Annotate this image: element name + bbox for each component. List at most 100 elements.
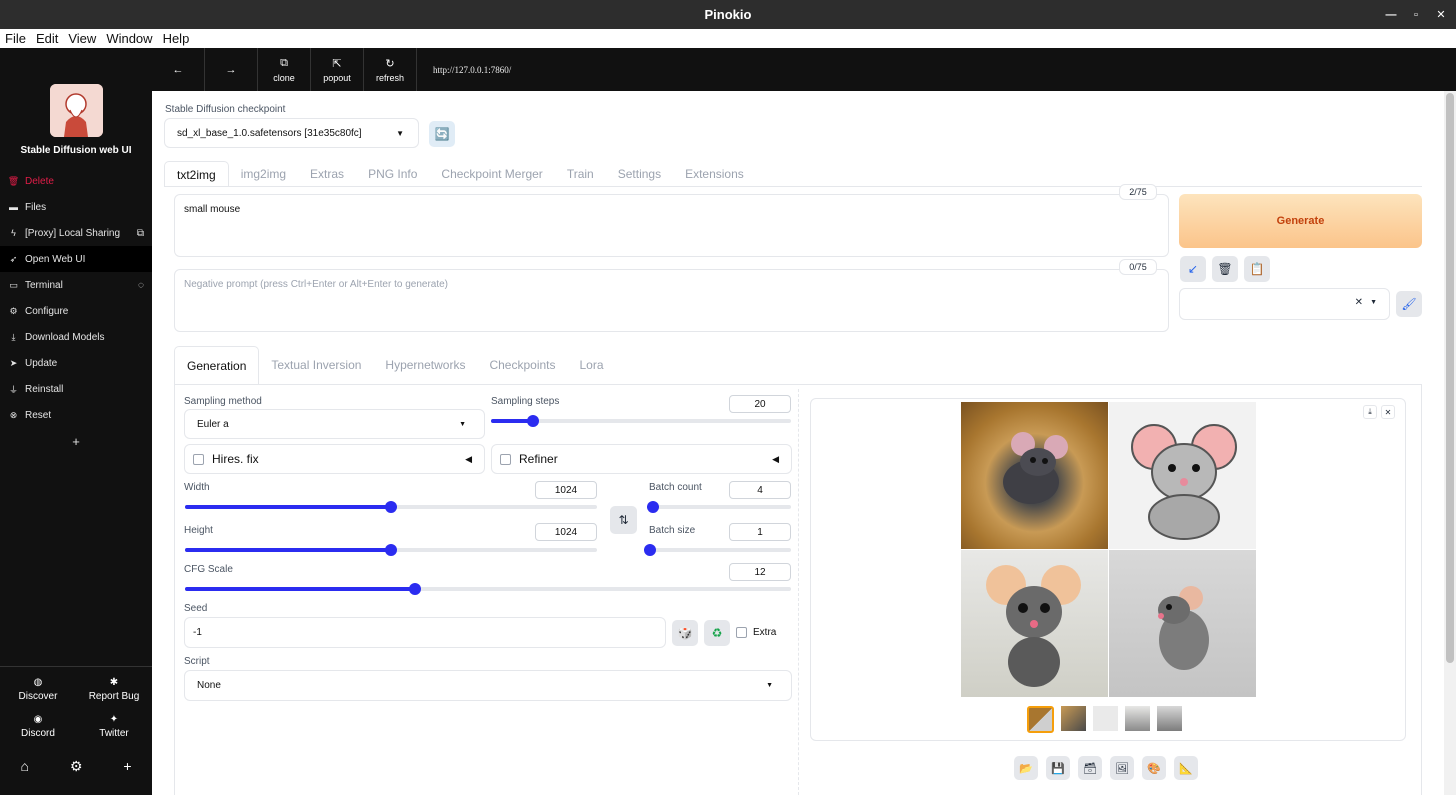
close-icon[interactable]: ✕ — [1430, 0, 1452, 29]
clone-button[interactable]: ⧉ clone — [258, 48, 311, 91]
checkpoint-select[interactable]: sd_xl_base_1.0.safetensors [31e35c80fc] … — [164, 118, 419, 148]
maximize-icon[interactable]: ▫ — [1405, 0, 1427, 29]
sidebar-item-delete[interactable]: 🗑 Delete — [0, 168, 152, 194]
sidebar-item-download-models[interactable]: ⤓ Download Models — [0, 324, 152, 350]
gear-icon[interactable]: ⚙ — [70, 758, 83, 775]
sampling-method-select[interactable]: Euler a ▼ — [184, 409, 485, 439]
tab-lora[interactable]: Lora — [568, 346, 616, 384]
discord-button[interactable]: ◉ Discord — [0, 714, 76, 739]
send-to-inpaint-icon[interactable]: 🎨 — [1142, 756, 1166, 780]
batch-count-input[interactable]: 4 — [729, 481, 791, 499]
folder-icon[interactable]: 📂 — [1014, 756, 1038, 780]
sidebar-item-terminal[interactable]: ▭ Terminal ◌ — [0, 272, 152, 298]
send-to-img2img-icon[interactable]: 🖼 — [1110, 756, 1134, 780]
thumbnail[interactable] — [1157, 706, 1182, 731]
scrollbar-thumb[interactable] — [1446, 93, 1454, 663]
clear-prompt-button[interactable]: 🗑 — [1212, 256, 1238, 282]
collapse-icon[interactable]: ◀ — [465, 454, 472, 465]
generated-image[interactable] — [1109, 402, 1256, 549]
refresh-checkpoints-button[interactable]: 🔄 — [429, 121, 455, 147]
cfg-scale-slider[interactable] — [185, 583, 791, 595]
batch-size-input[interactable]: 1 — [729, 523, 791, 541]
styles-select[interactable]: ✕ ▼ — [1179, 288, 1390, 320]
menu-help[interactable]: Help — [158, 31, 195, 46]
sampling-steps-input[interactable]: 20 — [729, 395, 791, 413]
thumbnail[interactable] — [1061, 706, 1086, 731]
twitter-button[interactable]: ✦ Twitter — [76, 714, 152, 739]
width-input[interactable]: 1024 — [535, 481, 597, 499]
thumbnail[interactable] — [1125, 706, 1150, 731]
download-icon[interactable]: ⤓ — [1363, 405, 1377, 419]
tab-settings[interactable]: Settings — [606, 161, 673, 187]
seed-input[interactable]: -1 — [184, 617, 666, 648]
tab-train[interactable]: Train — [555, 161, 606, 187]
url-text[interactable]: http://127.0.0.1:7860/ — [433, 65, 511, 75]
sidebar-item-reset[interactable]: ⊗ Reset — [0, 402, 152, 428]
tab-extensions[interactable]: Extensions — [673, 161, 756, 187]
save-icon[interactable]: 💾 — [1046, 756, 1070, 780]
menu-file[interactable]: File — [0, 31, 31, 46]
generated-image[interactable] — [961, 402, 1108, 549]
tab-checkpoints[interactable]: Checkpoints — [477, 346, 567, 384]
tab-generation[interactable]: Generation — [174, 346, 260, 384]
sidebar-item-open-web-ui[interactable]: ➶ Open Web UI — [0, 246, 152, 272]
sampling-steps-slider[interactable] — [491, 415, 791, 427]
thumbnail[interactable] — [1027, 706, 1054, 733]
discover-button[interactable]: ◍ Discover — [0, 677, 76, 702]
forward-button[interactable]: → — [205, 48, 258, 91]
plus-icon[interactable]: + — [123, 758, 131, 775]
sidebar-item-update[interactable]: ➤ Update — [0, 350, 152, 376]
read-params-button[interactable]: ↙ — [1180, 256, 1206, 282]
app-avatar[interactable] — [49, 84, 103, 137]
cfg-scale-input[interactable]: 12 — [729, 563, 791, 581]
collapse-icon[interactable]: ◀ — [772, 454, 779, 465]
generated-image[interactable] — [1109, 550, 1256, 697]
random-seed-button[interactable]: 🎲 — [672, 620, 698, 646]
scrollbar[interactable] — [1444, 91, 1456, 795]
script-select[interactable]: None ▼ — [184, 670, 792, 701]
height-slider[interactable] — [185, 544, 597, 556]
sidebar-item-files[interactable]: ▬ Files — [0, 194, 152, 220]
sidebar-item-local-sharing[interactable]: ϟ [Proxy] Local Sharing ⧉ — [0, 220, 152, 246]
tab-checkpoint-merger[interactable]: Checkpoint Merger — [429, 161, 554, 187]
refresh-button[interactable]: ↻ refresh — [364, 48, 417, 91]
menu-view[interactable]: View — [63, 31, 101, 46]
thumbnail[interactable] — [1093, 706, 1118, 731]
height-input[interactable]: 1024 — [535, 523, 597, 541]
width-slider[interactable] — [185, 501, 597, 513]
clear-icon[interactable]: ✕ — [1355, 297, 1363, 308]
report-bug-button[interactable]: ✱ Report Bug — [76, 677, 152, 702]
edit-styles-button[interactable]: 🖌 — [1396, 291, 1422, 317]
tab-textual-inversion[interactable]: Textual Inversion — [259, 346, 373, 384]
extra-seed-toggle[interactable]: Extra — [736, 627, 776, 638]
tab-txt2img[interactable]: txt2img — [164, 161, 229, 187]
batch-count-slider[interactable] — [646, 501, 791, 513]
tab-png-info[interactable]: PNG Info — [356, 161, 429, 187]
batch-size-slider[interactable] — [644, 544, 791, 556]
sidebar-item-configure[interactable]: ⚙ Configure — [0, 298, 152, 324]
back-button[interactable]: ← — [152, 48, 205, 91]
reuse-seed-button[interactable]: ♻ — [704, 620, 730, 646]
tab-hypernetworks[interactable]: Hypernetworks — [373, 346, 477, 384]
paste-button[interactable]: 📋 — [1244, 256, 1270, 282]
home-icon[interactable]: ⌂ — [20, 758, 28, 775]
hires-fix-section[interactable]: Hires. fix ◀ — [184, 444, 485, 474]
sidebar-item-reinstall[interactable]: ⏚ Reinstall — [0, 376, 152, 402]
extra-checkbox[interactable] — [736, 627, 747, 638]
popout-button[interactable]: ⇱ popout — [311, 48, 364, 91]
close-icon[interactable]: ✕ — [1381, 405, 1395, 419]
send-to-extras-icon[interactable]: 📐 — [1174, 756, 1198, 780]
menu-window[interactable]: Window — [101, 31, 157, 46]
menu-edit[interactable]: Edit — [31, 31, 63, 46]
generate-button[interactable]: Generate — [1179, 194, 1422, 248]
refiner-section[interactable]: Refiner ◀ — [491, 444, 792, 474]
tab-extras[interactable]: Extras — [298, 161, 356, 187]
swap-dimensions-button[interactable]: ⇅ — [610, 506, 637, 534]
negative-prompt-input[interactable]: Negative prompt (press Ctrl+Enter or Alt… — [174, 269, 1169, 332]
tab-img2img[interactable]: img2img — [229, 161, 298, 187]
zip-icon[interactable]: 🗃 — [1078, 756, 1102, 780]
hires-fix-checkbox[interactable] — [193, 453, 204, 465]
refiner-checkbox[interactable] — [500, 453, 511, 465]
generated-image[interactable] — [961, 550, 1108, 697]
add-button[interactable]: + — [0, 428, 152, 454]
